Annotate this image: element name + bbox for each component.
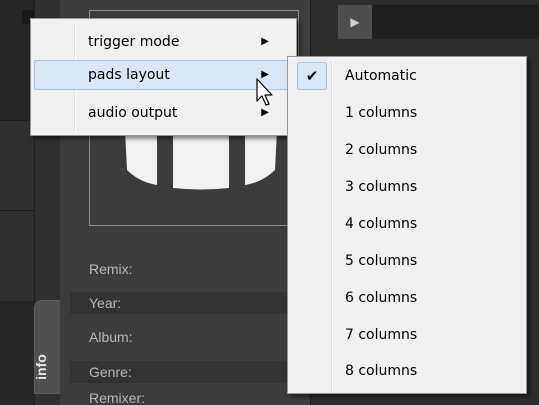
side-panel-segment [0,120,34,211]
field-album: Album: [89,329,133,345]
menu-item-label: pads layout [88,67,170,83]
side-panel-segment [0,210,34,301]
info-tab[interactable]: info [32,300,60,394]
field-remixer: Remixer: [89,390,146,405]
field-genre: Genre: [70,361,310,383]
submenu-item-2-columns[interactable]: 2 columns [291,132,523,168]
play-button[interactable]: ▶ [338,5,372,39]
submenu-item-label: Automatic [345,68,417,84]
left-side-strip [0,0,34,405]
submenu-item-1-columns[interactable]: 1 columns [291,95,523,131]
submenu-item-label: 3 columns [345,179,418,195]
submenu-item-label: 8 columns [345,363,418,379]
submenu-item-7-columns[interactable]: 7 columns [291,317,523,353]
submenu-item-label: 1 columns [345,105,418,121]
submenu-item-label: 2 columns [345,142,418,158]
menu-item-label: audio output [88,105,178,121]
submenu-item-8-columns[interactable]: 8 columns [291,353,523,389]
field-remix: Remix: [89,261,133,277]
submenu-item-label: 6 columns [345,290,418,306]
submenu-item-automatic[interactable]: ✔ Automatic [291,58,523,94]
submenu-item-label: 4 columns [345,216,418,232]
menu-item-label: trigger mode [88,34,180,50]
submenu-item-6-columns[interactable]: 6 columns [291,280,523,316]
menu-item-trigger-mode[interactable]: trigger mode ▶ [34,27,291,57]
submenu-item-3-columns[interactable]: 3 columns [291,169,523,205]
menu-item-pads-layout[interactable]: pads layout ▶ [34,60,291,90]
submenu-item-label: 5 columns [345,253,418,269]
submenu-item-5-columns[interactable]: 5 columns [291,243,523,279]
play-icon: ▶ [350,15,360,29]
pads-layout-submenu: ✔ Automatic 1 columns 2 columns 3 column… [287,56,527,394]
submenu-item-label: 7 columns [345,327,418,343]
submenu-item-4-columns[interactable]: 4 columns [291,206,523,242]
field-year: Year: [70,292,310,314]
mouse-cursor-icon [256,78,273,106]
top-bar [372,5,539,39]
menu-item-audio-output[interactable]: audio output ▶ [34,98,291,128]
submenu-arrow-icon: ▶ [261,36,269,47]
checkmark-icon: ✔ [297,62,327,90]
info-tab-label: info [32,354,49,380]
cover-art-image [125,130,277,190]
